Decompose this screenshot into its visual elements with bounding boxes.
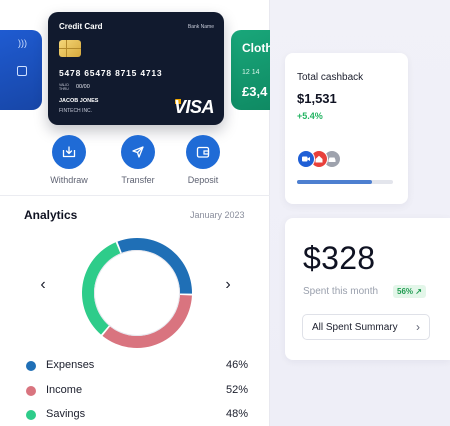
- all-spent-summary-label: All Spent Summary: [312, 322, 398, 333]
- spent-label: Spent this month: [303, 286, 379, 297]
- legend-label-savings: Savings: [46, 408, 86, 420]
- analytics-donut-chart: [81, 238, 192, 348]
- download-icon: [52, 135, 86, 169]
- transfer-button[interactable]: Transfer: [113, 135, 163, 185]
- legend-value-expenses: 46%: [225, 359, 248, 371]
- legend-dot-income: [26, 386, 36, 396]
- card-right-title: Cloth: [242, 41, 270, 55]
- legend-item-savings: Savings 48%: [26, 407, 248, 423]
- spent-amount: $328: [303, 240, 376, 276]
- card-company: FINTECH INC.: [59, 108, 93, 114]
- chevron-right-icon: ›: [416, 320, 420, 334]
- legend-item-income: Income 52%: [26, 383, 248, 399]
- legend-value-savings: 48%: [225, 408, 248, 420]
- cashback-card[interactable]: Total cashback $1,531 +5.4%: [285, 53, 408, 204]
- card-right-amount: £3,4: [242, 84, 268, 99]
- donut-inner-ring: [94, 250, 180, 336]
- withdraw-button[interactable]: Withdraw: [44, 135, 94, 185]
- card-right-number: 12 14: [242, 69, 260, 76]
- chip-icon: [59, 40, 81, 57]
- transfer-label: Transfer: [121, 175, 155, 185]
- send-icon: [121, 135, 155, 169]
- donut-slice-expenses: [117, 238, 192, 294]
- cashback-amount: $1,531: [297, 91, 337, 106]
- deposit-button[interactable]: Deposit: [178, 135, 228, 185]
- chip-icon: [17, 66, 27, 76]
- spent-card: $328 Spent this month 56% ↗ All Spent Su…: [285, 218, 450, 360]
- cashback-change: +5.4%: [297, 111, 323, 121]
- analytics-title: Analytics: [24, 208, 78, 222]
- legend-label-expenses: Expenses: [46, 359, 95, 371]
- legend-item-expenses: Expenses 46%: [26, 358, 248, 374]
- divider: [0, 195, 270, 196]
- card-title: Credit Card: [59, 22, 103, 31]
- withdraw-label: Withdraw: [50, 175, 88, 185]
- phone-screen: ))) Cloth 12 14 £3,4 Credit Card Bank Na…: [0, 0, 270, 426]
- card-holder: JACOB JONES: [59, 98, 99, 104]
- cashback-category-icons: [297, 150, 357, 168]
- analytics-date[interactable]: January 2023: [190, 210, 245, 220]
- deposit-label: Deposit: [187, 175, 219, 185]
- card-number: 5478 65478 8715 4713: [59, 68, 163, 78]
- card-bank-name: Bank Name: [187, 24, 214, 30]
- card-expiry: 00/00: [76, 84, 90, 90]
- chevron-right-icon[interactable]: ›: [222, 277, 234, 293]
- legend-dot-expenses: [26, 361, 36, 371]
- legend-label-income: Income: [46, 384, 83, 396]
- cashback-label: Total cashback: [297, 72, 364, 83]
- wallet-icon: [186, 135, 220, 169]
- legend-value-income: 52%: [225, 384, 248, 396]
- chevron-left-icon[interactable]: ‹: [37, 277, 49, 293]
- card-left-partial[interactable]: ))): [0, 30, 42, 110]
- video-icon: [297, 150, 315, 168]
- cashback-progress-bar: [297, 180, 393, 184]
- card-right-partial[interactable]: Cloth 12 14 £3,4: [231, 30, 270, 110]
- valid-thru-label: VALID THRU: [59, 83, 69, 91]
- legend-dot-savings: [26, 410, 36, 420]
- donut-slice-savings: [81, 242, 121, 335]
- cashback-progress-fill: [297, 180, 372, 184]
- contactless-icon: ))): [18, 38, 27, 48]
- all-spent-summary-button[interactable]: All Spent Summary ›: [302, 314, 430, 340]
- visa-logo: VISA: [173, 97, 215, 117]
- spent-change-badge: 56% ↗: [393, 285, 426, 298]
- credit-card-main[interactable]: Credit Card Bank Name 5478 65478 8715 47…: [48, 12, 224, 125]
